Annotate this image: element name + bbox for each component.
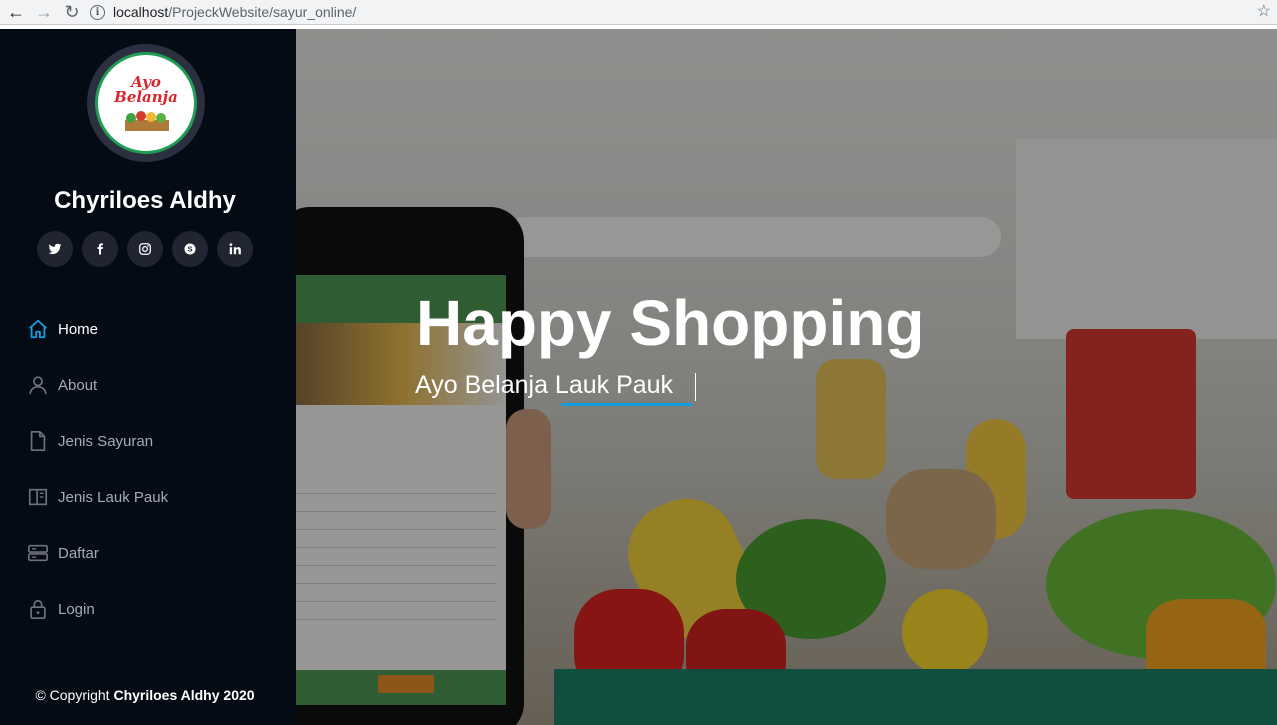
sidebar-item-label: Login [58, 600, 95, 618]
bookmark-star-icon[interactable]: ☆ [1257, 1, 1271, 21]
sidebar-item-label: Home [58, 320, 99, 338]
svg-text:S: S [187, 245, 192, 254]
facebook-icon[interactable] [82, 231, 118, 267]
reload-icon[interactable]: ↻ [60, 0, 84, 24]
file-icon [27, 430, 49, 452]
copyright-name: Chyriloes Aldhy 2020 [113, 687, 255, 703]
sidebar-item-jenis-lauk-pauk[interactable]: Jenis Lauk Pauk [27, 469, 168, 525]
sidebar-item-label: Jenis Sayuran [58, 432, 154, 450]
logo[interactable]: Ayo Belanja [95, 52, 197, 154]
lock-icon [27, 598, 49, 620]
sidebar-item-jenis-sayuran[interactable]: Jenis Sayuran [27, 413, 168, 469]
copyright: © Copyright Chyriloes Aldhy 2020 [0, 687, 290, 703]
typed-text-underline [561, 403, 692, 406]
vegetable-basket-icon [125, 110, 169, 131]
url-path: /ProjeckWebsite/sayur_online/ [168, 4, 357, 20]
instagram-icon[interactable] [127, 231, 163, 267]
linkedin-icon[interactable] [217, 231, 253, 267]
hero-section: Happy Shopping Ayo Belanja Lauk Pauk [296, 29, 1277, 725]
forward-arrow-icon[interactable]: → [32, 0, 56, 24]
hero-title: Happy Shopping [416, 287, 925, 359]
logo-frame: Ayo Belanja [87, 44, 205, 162]
sidebar-item-label: Jenis Lauk Pauk [58, 488, 169, 506]
sidebar-item-home[interactable]: Home [27, 301, 168, 357]
url-text[interactable]: localhost/ProjeckWebsite/sayur_online/ [113, 4, 356, 20]
sidebar-item-about[interactable]: About [27, 357, 168, 413]
url-host: localhost [113, 4, 169, 20]
skype-icon[interactable]: S [172, 231, 208, 267]
sidebar-menu: Home About Jenis Sayuran Jenis Lauk Pauk… [27, 301, 168, 637]
server-icon [27, 542, 49, 564]
sidebar-item-login[interactable]: Login [27, 581, 168, 637]
sidebar: Ayo Belanja Chyriloes Aldhy S Home About… [0, 29, 296, 725]
social-links: S [37, 231, 253, 267]
book-icon [27, 486, 49, 508]
browser-toolbar: ← → ↻ i localhost/ProjeckWebsite/sayur_o… [0, 0, 1277, 25]
sidebar-item-daftar[interactable]: Daftar [27, 525, 168, 581]
owner-name: Chyriloes Aldhy [54, 187, 236, 214]
address-bar[interactable]: i localhost/ProjeckWebsite/sayur_online/ [90, 1, 356, 23]
sidebar-item-label: Daftar [58, 544, 99, 562]
typing-cursor [695, 373, 696, 401]
logo-text-line2: Belanja [114, 87, 178, 106]
sidebar-item-label: About [58, 376, 98, 394]
home-icon [27, 318, 49, 340]
hero-subtitle: Ayo Belanja Lauk Pauk [415, 371, 674, 399]
copyright-prefix: © Copyright [35, 687, 110, 703]
twitter-icon[interactable] [37, 231, 73, 267]
user-icon [27, 374, 49, 396]
info-icon[interactable]: i [90, 4, 105, 20]
back-arrow-icon[interactable]: ← [4, 0, 28, 24]
